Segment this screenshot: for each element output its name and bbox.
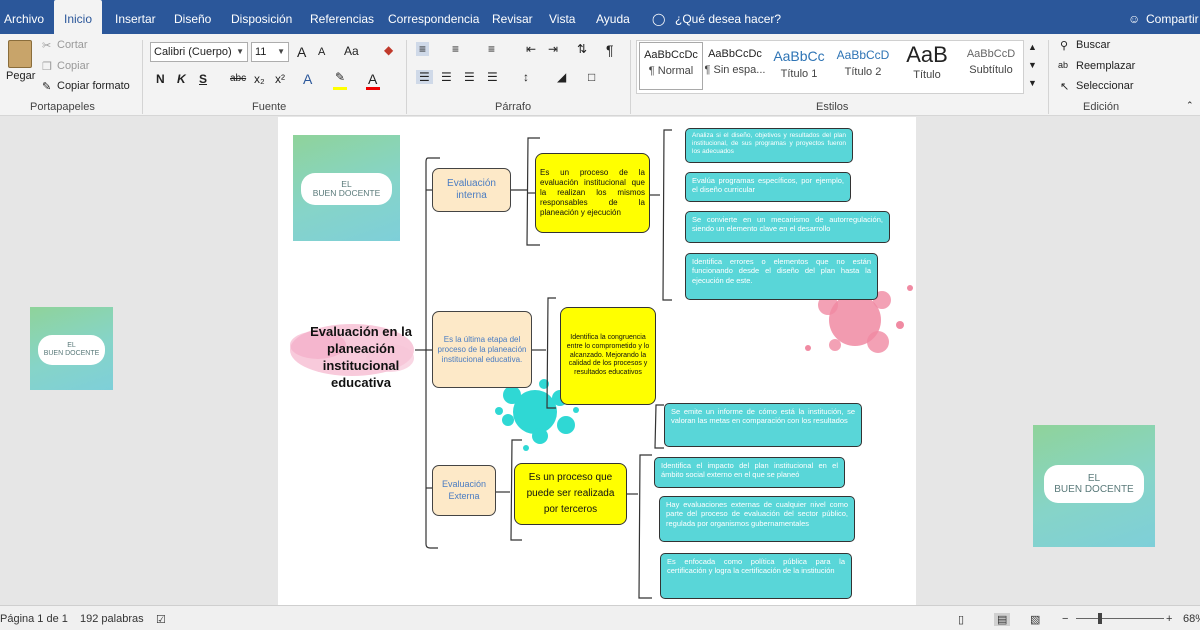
web-layout-icon[interactable]: ▧ [1030, 613, 1040, 626]
zoom-level[interactable]: 68% [1183, 613, 1200, 625]
logo-page: EL BUEN DOCENTE [293, 135, 400, 241]
note-6[interactable]: Identifica el impacto del plan instituci… [654, 457, 845, 488]
note-2[interactable]: Evalúa programas específicos, por ejempl… [685, 172, 851, 202]
note-4[interactable]: Identifica errores o elementos que no es… [685, 253, 878, 300]
note-7[interactable]: Hay evaluaciones externas de cualquier n… [659, 496, 855, 542]
branch-ultima-etapa[interactable]: Es la última etapa del proceso de la pla… [432, 311, 532, 388]
zoom-in-icon[interactable]: + [1166, 613, 1172, 625]
print-layout-icon[interactable]: ▤ [994, 613, 1011, 626]
detail-evaluacion-externa[interactable]: Es un proceso que puede ser realizada po… [514, 463, 627, 525]
detail-evaluacion-interna[interactable]: Es un proceso de la evaluación instituci… [535, 153, 650, 233]
read-mode-icon[interactable]: ▯ [958, 613, 964, 626]
central-topic[interactable]: Evaluación en la planeación instituciona… [305, 322, 417, 394]
word-count[interactable]: 192 palabras [80, 613, 144, 625]
note-1[interactable]: Analiza si el diseño, objetivos y result… [685, 128, 853, 163]
branch-evaluacion-externa[interactable]: Evaluación Externa [432, 465, 496, 516]
note-8[interactable]: Es enfocada como política pública para l… [660, 553, 852, 599]
page-count[interactable]: Página 1 de 1 [0, 613, 68, 625]
note-5[interactable]: Se emite un informe de cómo está la inst… [664, 403, 862, 447]
branch-evaluacion-interna[interactable]: Evaluación interna [432, 168, 511, 212]
note-3[interactable]: Se convierte en un mecanismo de autorreg… [685, 211, 890, 243]
status-bar: Página 1 de 1 192 palabras ☑ ▯ ▤ ▧ − + 6… [0, 605, 1200, 630]
proofing-icon[interactable]: ☑ [156, 613, 166, 626]
zoom-slider-thumb[interactable] [1098, 613, 1102, 624]
detail-ultima-etapa[interactable]: Identifica la congruencia entre lo compr… [560, 307, 656, 405]
zoom-out-icon[interactable]: − [1062, 613, 1068, 625]
zoom-slider[interactable] [1076, 618, 1164, 619]
